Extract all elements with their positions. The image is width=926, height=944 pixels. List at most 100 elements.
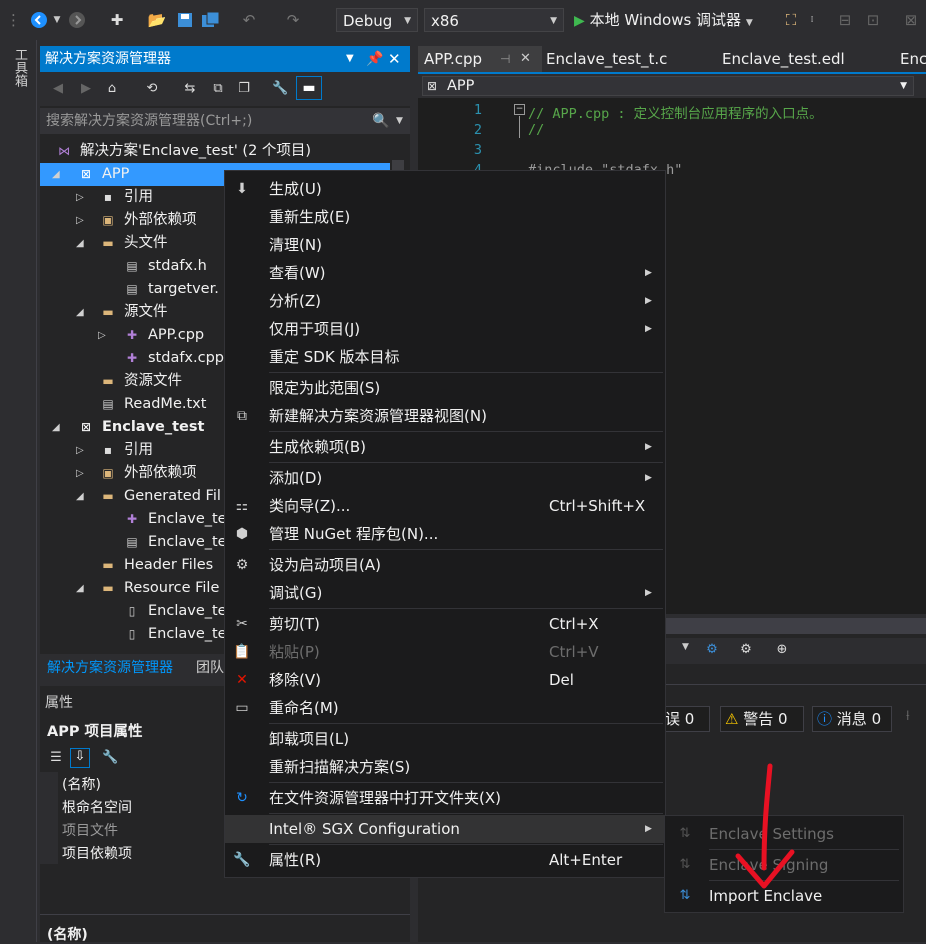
sync-icon[interactable]: ⇆ bbox=[182, 81, 198, 97]
uncomment-button[interactable]: ⊠ bbox=[900, 8, 922, 32]
property-root-namespace[interactable]: 根命名空间 bbox=[62, 797, 132, 817]
chevron-down-icon[interactable]: ▼ bbox=[682, 642, 689, 652]
toolbox-tab[interactable]: 工具箱 bbox=[10, 48, 29, 87]
menu-item[interactable]: 卸载项目(L) bbox=[225, 725, 665, 753]
undo-button[interactable]: ↶ bbox=[238, 8, 260, 32]
menu-item[interactable]: 🔧 属性(R) Alt+Enter bbox=[225, 846, 665, 874]
alphabetical-icon[interactable]: ⇩ bbox=[70, 748, 90, 768]
scope-dropdown[interactable]: ⊠ APP ▼ bbox=[422, 76, 914, 96]
save-all-button[interactable] bbox=[200, 8, 222, 32]
debug-target-icon[interactable]: ⊕ bbox=[774, 642, 790, 658]
collapse-arrow-icon[interactable]: ◢ bbox=[52, 163, 60, 186]
menu-item[interactable]: 重新扫描解决方案(S) bbox=[225, 753, 665, 781]
menu-item[interactable]: 重新生成(E) bbox=[225, 203, 665, 231]
menu-item[interactable]: 调试(G) ▶ bbox=[225, 579, 665, 607]
menu-item[interactable]: ⚏ 类向导(Z)... Ctrl+Shift+X bbox=[225, 492, 665, 520]
tree-item[interactable]: ⋈ 解决方案'Enclave_test' (2 个项目) bbox=[40, 140, 390, 163]
menu-item[interactable]: 添加(D) ▶ bbox=[225, 464, 665, 492]
expand-arrow-icon[interactable]: ▷ bbox=[76, 209, 84, 232]
open-file-button[interactable]: 📂 bbox=[146, 8, 168, 32]
code-area[interactable]: 1 2 3 4 − // APP.cpp : 定义控制台应用程序的入口点。 //… bbox=[418, 98, 926, 180]
collapse-arrow-icon[interactable]: ◢ bbox=[76, 485, 84, 508]
search-icon[interactable]: 🔍 bbox=[372, 108, 389, 134]
filter-icon[interactable]: ⟊ bbox=[906, 708, 910, 724]
expand-arrow-icon[interactable]: ▷ bbox=[76, 186, 84, 209]
collapse-all-icon[interactable]: ⧉ bbox=[210, 81, 226, 97]
menu-item[interactable]: ⧉ 新建解决方案资源管理器视图(N) bbox=[225, 402, 665, 430]
menu-item[interactable]: 📋 粘贴(P) Ctrl+V bbox=[225, 638, 665, 666]
menu-item[interactable]: 限定为此范围(S) bbox=[225, 374, 665, 402]
tab-team[interactable]: 团队 bbox=[196, 657, 224, 677]
compile-icon[interactable]: ⚙ bbox=[738, 642, 754, 658]
close-icon[interactable]: ✕ bbox=[520, 46, 531, 72]
show-all-files-icon[interactable]: ❐ bbox=[236, 81, 252, 97]
messages-filter[interactable]: ⓘ 消息 0 bbox=[812, 706, 892, 732]
close-icon[interactable]: ✕ bbox=[388, 46, 401, 72]
home-icon[interactable]: ⌂ bbox=[104, 81, 120, 97]
bookmark-button[interactable]: ⊟ bbox=[834, 8, 856, 32]
solution-explorer-search[interactable]: 搜索解决方案资源管理器(Ctrl+;) 🔍 ▼ bbox=[40, 108, 410, 134]
menu-item[interactable]: 生成依赖项(B) ▶ bbox=[225, 433, 665, 461]
menu-item[interactable]: 仅用于项目(J) ▶ bbox=[225, 315, 665, 343]
collapse-arrow-icon[interactable]: ◢ bbox=[76, 301, 84, 324]
start-debug-button[interactable]: ▶ 本地 Windows 调试器 ▼ bbox=[574, 8, 770, 32]
property-project-file[interactable]: 项目文件 bbox=[62, 820, 118, 840]
menu-item[interactable]: ⚙ 设为启动项目(A) bbox=[225, 551, 665, 579]
config-dropdown[interactable]: Debug ▼ bbox=[336, 8, 418, 32]
menu-item-label: 移除(V) bbox=[269, 671, 321, 689]
menu-separator bbox=[269, 462, 663, 463]
expand-arrow-icon[interactable]: ▷ bbox=[98, 324, 106, 347]
new-project-button[interactable]: ✚ bbox=[106, 8, 128, 32]
collapse-arrow-icon[interactable]: ◢ bbox=[76, 577, 84, 600]
menu-item-label: 新建解决方案资源管理器视图(N) bbox=[269, 407, 487, 425]
comment-button[interactable]: ⊡ bbox=[862, 8, 884, 32]
preview-selected-icon[interactable]: ▬ bbox=[296, 76, 322, 100]
tab-more[interactable]: Enc bbox=[894, 46, 926, 72]
redo-button[interactable]: ↷ bbox=[282, 8, 304, 32]
history-icon[interactable]: ⟲ bbox=[144, 81, 160, 97]
build-solution-icon[interactable]: ⚙ bbox=[704, 642, 720, 658]
pin-icon[interactable]: 📌 bbox=[366, 46, 383, 72]
collapse-arrow-icon[interactable]: ◢ bbox=[52, 416, 60, 439]
collapse-icon[interactable]: − bbox=[514, 104, 525, 115]
menu-item[interactable]: ↻ 在文件资源管理器中打开文件夹(X) bbox=[225, 784, 665, 812]
tab-app-cpp[interactable]: APP.cpp ⊣ ✕ bbox=[418, 46, 542, 72]
menu-item[interactable]: ✕ 移除(V) Del bbox=[225, 666, 665, 694]
collapse-arrow-icon[interactable]: ◢ bbox=[76, 232, 84, 255]
menu-item[interactable]: 查看(W) ▶ bbox=[225, 259, 665, 287]
find-in-files-button[interactable]: ⛶ bbox=[780, 8, 802, 32]
tab-enclave-edl[interactable]: Enclave_test.edl bbox=[716, 46, 845, 72]
platform-dropdown[interactable]: x86 ▼ bbox=[424, 8, 564, 32]
warnings-filter[interactable]: ⚠ 警告 0 bbox=[720, 706, 804, 732]
back-button[interactable] bbox=[28, 8, 50, 32]
back-icon[interactable]: ◀ bbox=[50, 81, 66, 97]
menu-item[interactable]: ✂ 剪切(T) Ctrl+X bbox=[225, 610, 665, 638]
menu-item[interactable]: 清理(N) bbox=[225, 231, 665, 259]
toolbar-overflow-icon[interactable]: ⁞ bbox=[806, 8, 818, 32]
forward-button[interactable] bbox=[66, 8, 88, 32]
menu-item[interactable]: ⬇ 生成(U) bbox=[225, 175, 665, 203]
property-pages-icon[interactable]: 🔧 bbox=[102, 750, 118, 766]
errors-filter[interactable]: 误 0 bbox=[660, 706, 710, 732]
menu-item[interactable]: Intel® SGX Configuration ▶ bbox=[225, 815, 665, 843]
window-position-dropdown-icon[interactable]: ▼ bbox=[346, 46, 354, 72]
expand-arrow-icon[interactable]: ▷ bbox=[76, 439, 84, 462]
property-dependencies[interactable]: 项目依赖项 bbox=[62, 843, 132, 863]
menu-item[interactable]: 重定 SDK 版本目标 bbox=[225, 343, 665, 371]
back-dropdown-icon[interactable]: ▼ bbox=[52, 8, 62, 32]
wrench-icon[interactable]: 🔧 bbox=[272, 81, 288, 97]
menu-item[interactable]: ▭ 重命名(M) bbox=[225, 694, 665, 722]
expand-arrow-icon[interactable]: ▷ bbox=[76, 462, 84, 485]
tree-item-label: APP.cpp bbox=[148, 327, 205, 343]
header-file-icon: ▤ bbox=[126, 282, 138, 296]
pin-icon[interactable]: ⊣ bbox=[500, 46, 510, 72]
menu-item[interactable]: ⬢ 管理 NuGet 程序包(N)... bbox=[225, 520, 665, 548]
chevron-down-icon[interactable]: ▼ bbox=[396, 108, 403, 134]
forward-icon[interactable]: ▶ bbox=[78, 81, 94, 97]
menu-item[interactable]: 分析(Z) ▶ bbox=[225, 287, 665, 315]
categorized-icon[interactable]: ☰ bbox=[48, 750, 64, 766]
tab-enclave-t-c[interactable]: Enclave_test_t.c bbox=[540, 46, 667, 72]
save-button[interactable] bbox=[174, 8, 196, 32]
property-name[interactable]: (名称) bbox=[62, 774, 101, 794]
tab-solution-explorer[interactable]: 解决方案资源管理器 bbox=[47, 657, 173, 677]
